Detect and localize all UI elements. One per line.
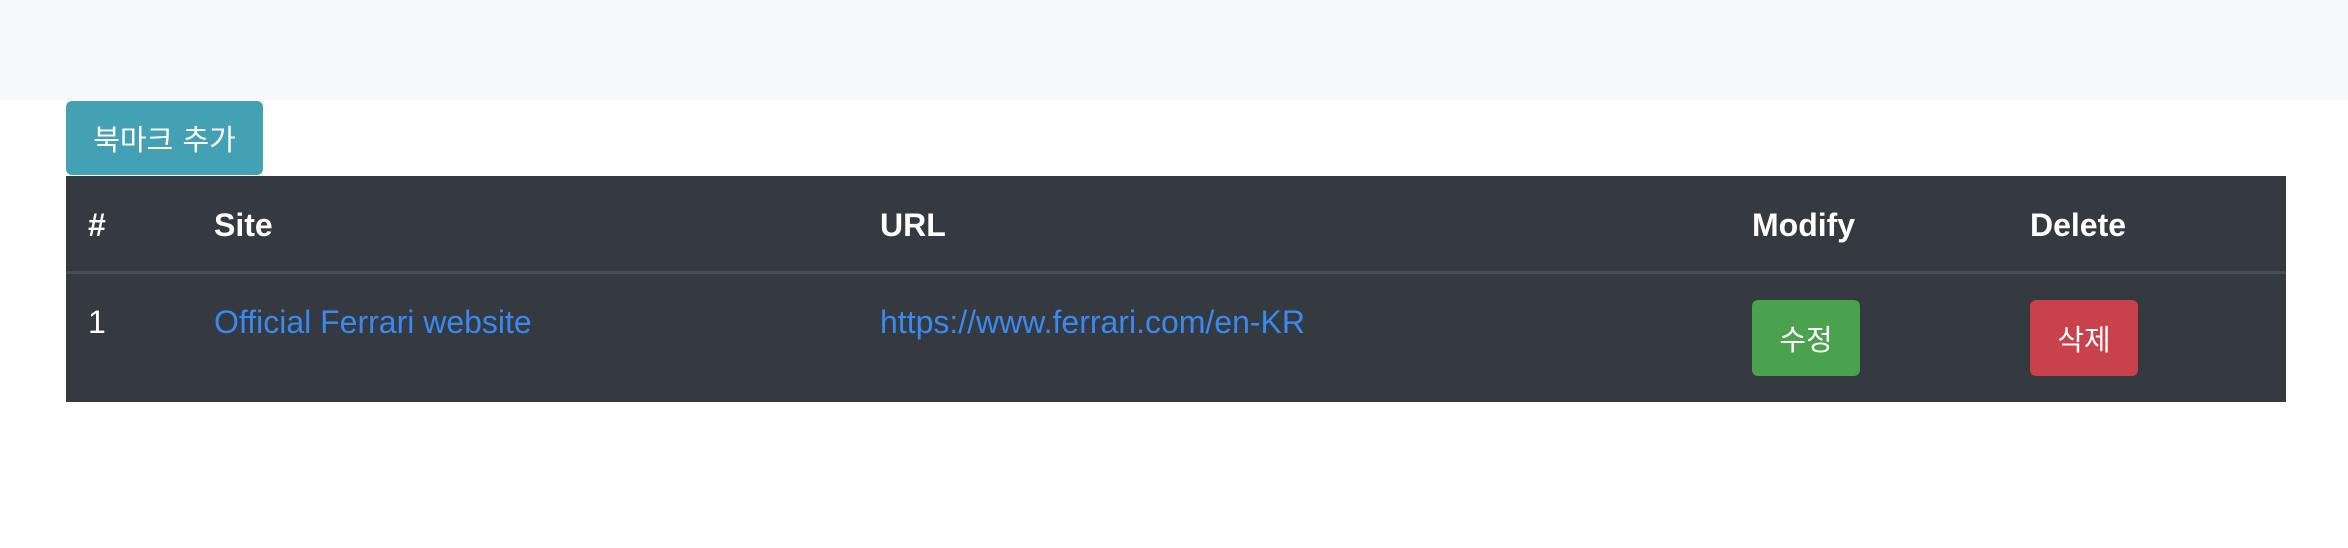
header-site: Site — [214, 206, 273, 243]
table-row: 1 Official Ferrari website https://www.f… — [66, 274, 2286, 402]
delete-button[interactable]: 삭제 — [2030, 300, 2138, 376]
table-header: # Site URL Modify Delete — [66, 176, 2286, 274]
header-url: URL — [880, 206, 946, 243]
top-navbar — [0, 0, 2348, 100]
add-bookmark-button[interactable]: 북마크 추가 — [66, 101, 263, 175]
header-number: # — [88, 206, 106, 243]
bookmark-table: # Site URL Modify Delete 1 Official Ferr… — [66, 176, 2286, 402]
row-number: 1 — [88, 304, 106, 340]
modify-button[interactable]: 수정 — [1752, 300, 1860, 376]
url-link[interactable]: https://www.ferrari.com/en-KR — [880, 304, 1305, 340]
site-link[interactable]: Official Ferrari website — [214, 304, 532, 340]
header-modify: Modify — [1752, 206, 1856, 243]
header-delete: Delete — [2030, 206, 2127, 243]
